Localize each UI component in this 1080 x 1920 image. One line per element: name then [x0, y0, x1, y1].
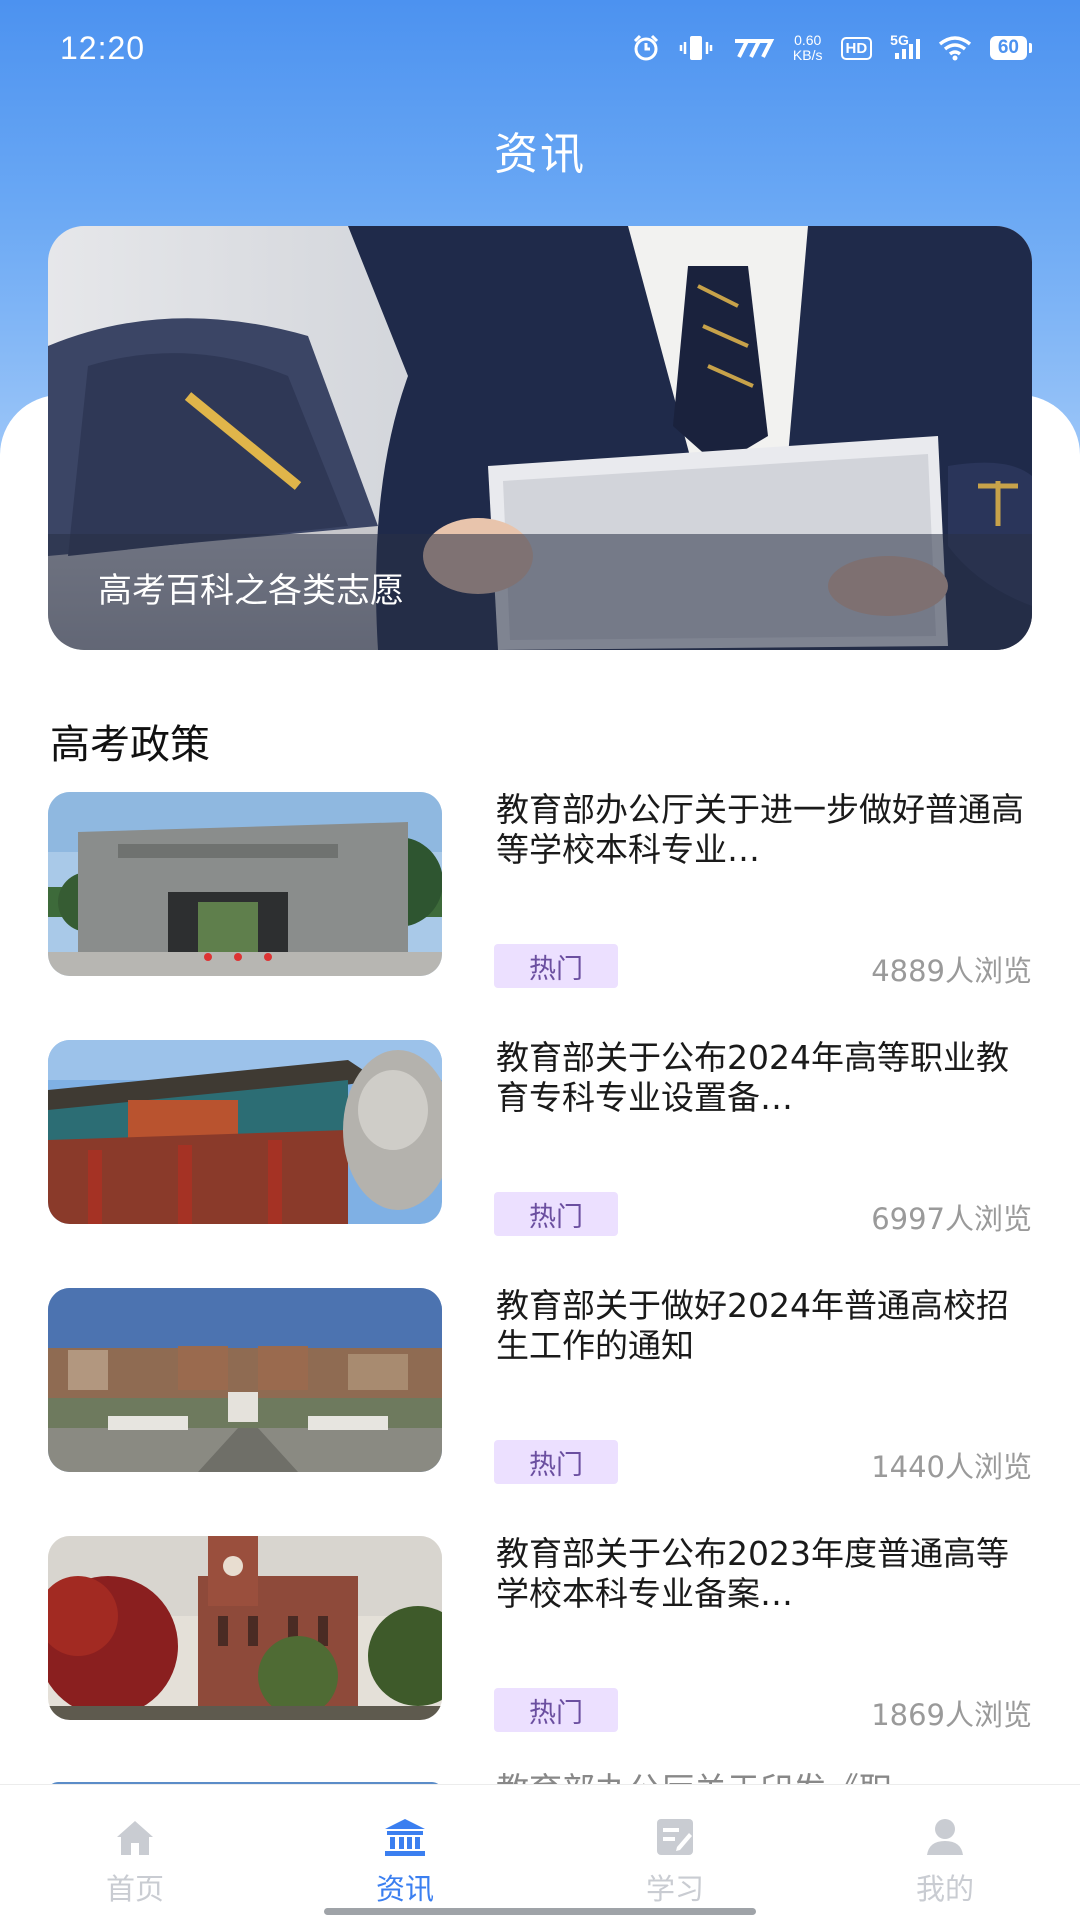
news-title: 教育部关于做好2024年普通高校招生工作的通知 — [496, 1286, 1009, 1365]
status-bar: 12:20 0.60 KB/s HD 5G 60 — [0, 0, 1080, 96]
news-item[interactable]: 教育部关于公布2024年高等职业教育专科专业设置备… 热门 6997人浏览 — [48, 1038, 1032, 1236]
view-count: 1440人浏览 — [871, 1450, 1032, 1484]
tab-label: 我的 — [915, 1872, 974, 1906]
bottom-tab-bar: 首页 资讯 学习 我的 — [0, 1784, 1080, 1920]
news-item[interactable]: 教育部办公厅关于进一步做好普通高等学校本科专业… 热门 4889人浏览 — [48, 790, 1032, 988]
status-icons: 0.60 KB/s HD 5G 60 — [631, 32, 1032, 63]
tab-news[interactable]: 资讯 — [270, 1785, 540, 1920]
page-title: 资讯 — [494, 129, 586, 180]
hot-tag: 热门 — [494, 1688, 618, 1732]
signal-icon: 5G — [890, 32, 920, 59]
view-count: 1869人浏览 — [871, 1698, 1032, 1732]
news-thumbnail — [48, 1288, 442, 1472]
tab-label: 资讯 — [375, 1872, 434, 1906]
news-thumbnail — [48, 1536, 442, 1720]
hot-tag: 热门 — [494, 1192, 618, 1236]
news-item[interactable]: 教育部关于做好2024年普通高校招生工作的通知 热门 1440人浏览 — [48, 1286, 1032, 1484]
news-title: 教育部关于公布2023年度普通高等学校本科专业备案… — [496, 1534, 1009, 1613]
wifi-icon — [938, 35, 972, 61]
hot-tag: 热门 — [494, 1440, 618, 1484]
edit-icon — [657, 1819, 693, 1855]
banner-caption: 高考百科之各类志愿 — [98, 571, 404, 611]
news-title: 教育部关于公布2024年高等职业教育专科专业设置备… — [496, 1038, 1009, 1117]
news-title: 教育部办公厅关于进一步做好普通高等学校本科专业… — [496, 790, 1024, 869]
section-title: 高考政策 — [50, 722, 210, 768]
view-count: 4889人浏览 — [871, 954, 1032, 988]
user-icon — [927, 1819, 963, 1855]
tab-study[interactable]: 学习 — [540, 1785, 810, 1920]
tab-mine[interactable]: 我的 — [810, 1785, 1080, 1920]
news-thumbnail — [48, 1040, 442, 1224]
carrier-icon — [731, 37, 775, 59]
vibrate-icon — [679, 34, 713, 62]
tab-home[interactable]: 首页 — [0, 1785, 270, 1920]
home-indicator[interactable] — [324, 1908, 756, 1915]
bank-icon — [385, 1819, 425, 1856]
hd-badge: HD — [840, 36, 873, 60]
tab-label: 首页 — [105, 1872, 164, 1906]
news-item[interactable]: 教育部关于公布2023年度普通高等学校本科专业备案… 热门 1869人浏览 — [48, 1534, 1032, 1732]
status-time: 12:20 — [60, 29, 146, 66]
tab-label: 学习 — [645, 1872, 704, 1906]
view-count: 6997人浏览 — [871, 1202, 1032, 1236]
hot-tag: 热门 — [494, 944, 618, 988]
news-thumbnail — [48, 792, 442, 976]
banner-carousel[interactable]: 高考百科之各类志愿 — [48, 226, 1032, 650]
network-speed: 0.60 KB/s — [792, 32, 823, 63]
home-icon — [117, 1821, 153, 1855]
battery-icon: 60 — [989, 36, 1032, 60]
alarm-icon — [631, 33, 661, 63]
